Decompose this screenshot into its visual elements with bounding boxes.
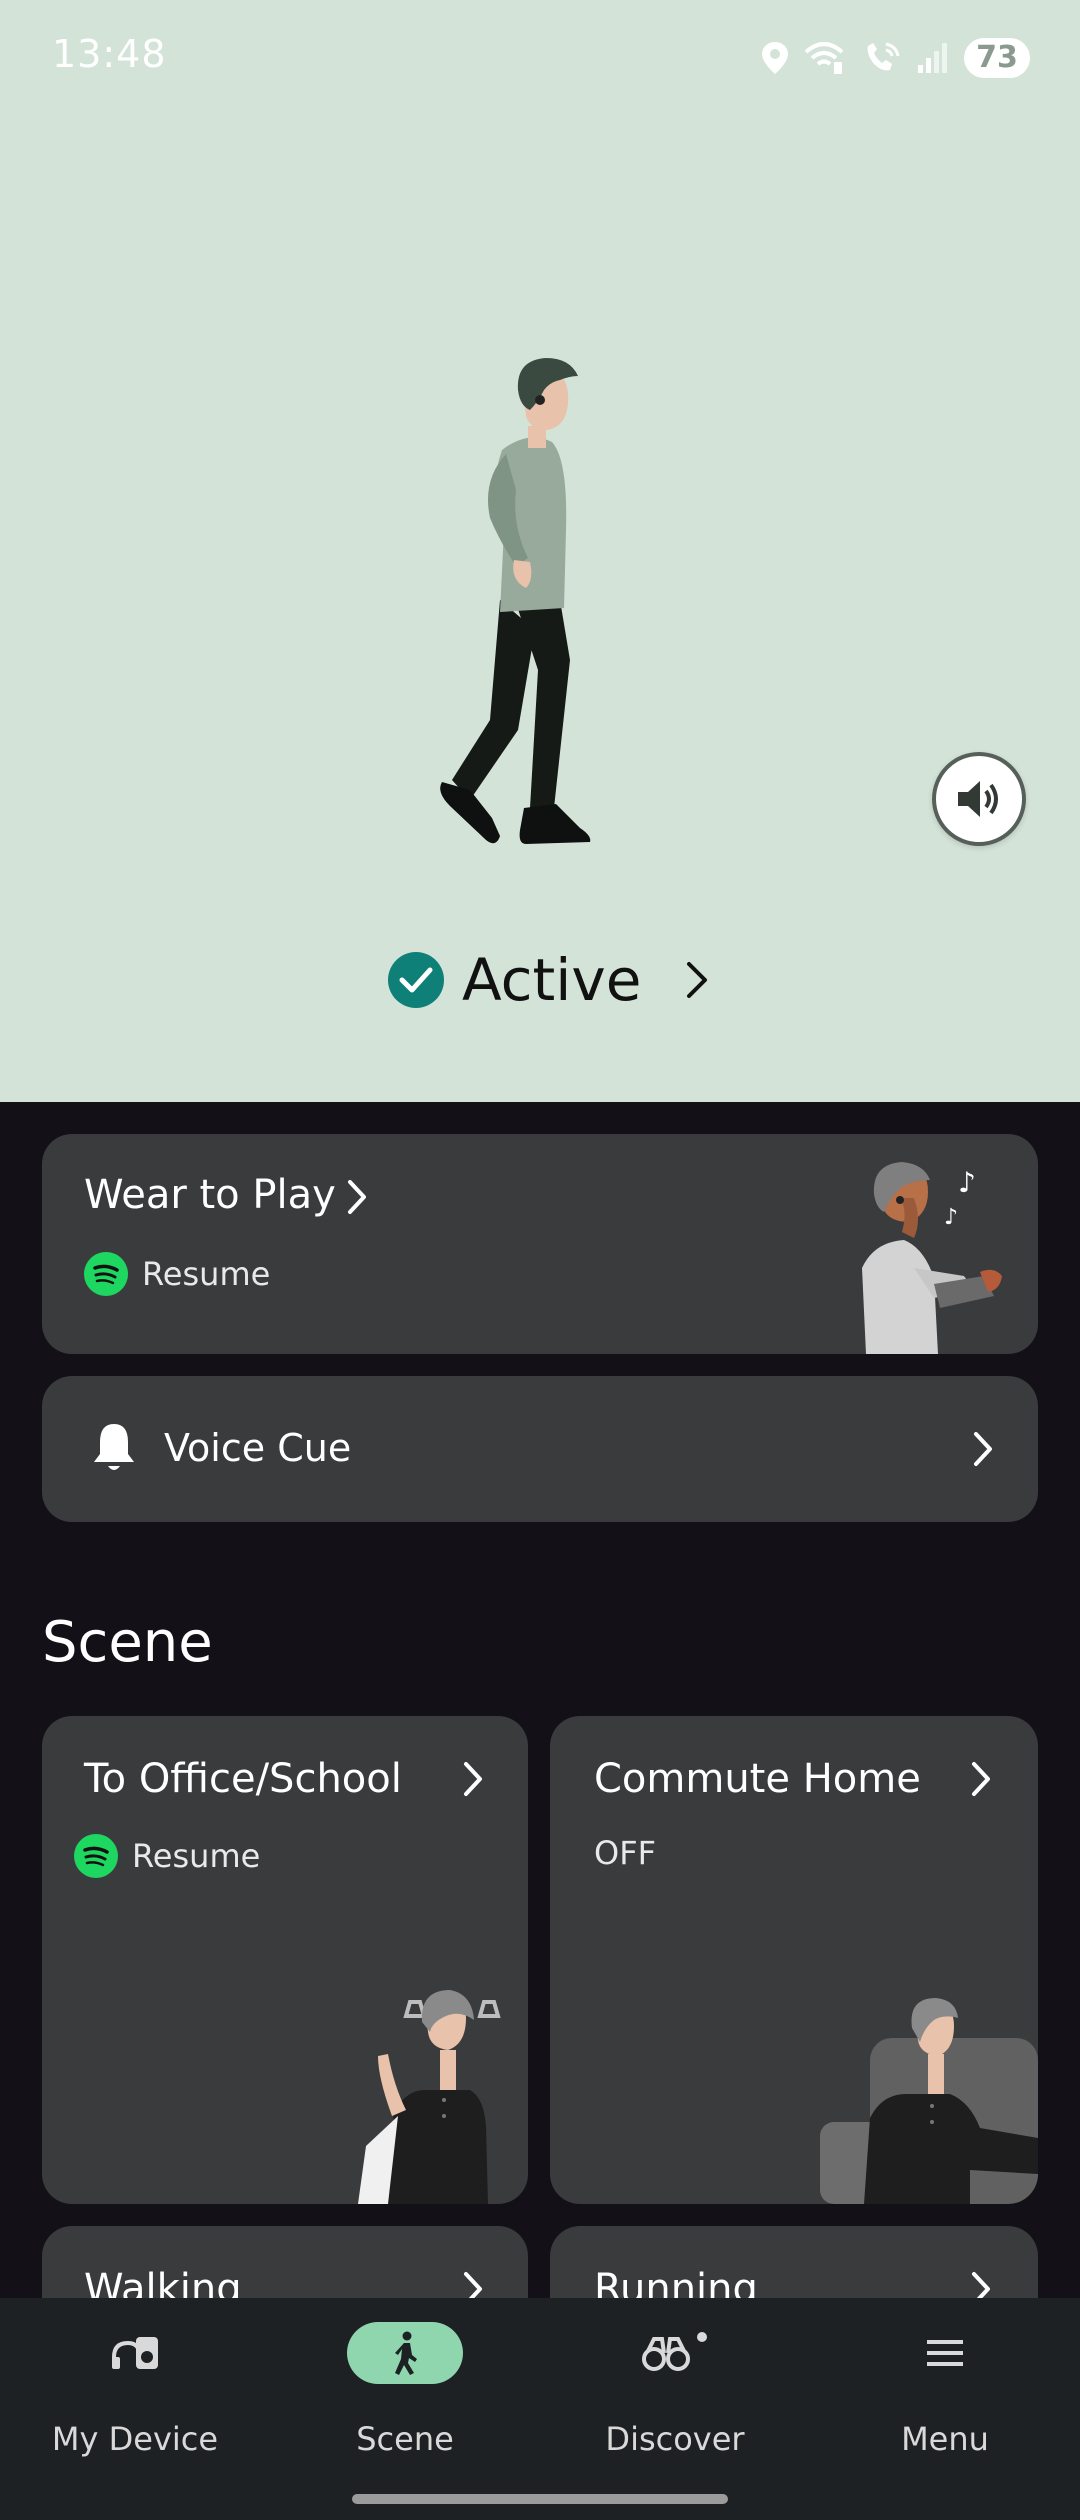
nav-icon-container (617, 2322, 733, 2384)
speaker-icon (958, 781, 998, 817)
nav-icon-container (347, 2322, 463, 2384)
wear-to-play-card[interactable]: Wear to Play Resume ♪ ♪ (42, 1134, 1038, 1354)
nav-item-discover[interactable]: Discover (540, 2322, 810, 2482)
nav-icon-container (887, 2322, 1003, 2384)
scene-card-commute-home[interactable]: Commute Home OFF (550, 1716, 1038, 2204)
voice-cue-card[interactable]: Voice Cue (42, 1376, 1038, 1522)
sub-label: Resume (132, 1837, 261, 1875)
hamburger-icon (927, 2340, 963, 2366)
spotify-icon (74, 1834, 118, 1878)
nav-label: Discover (605, 2420, 745, 2458)
nav-label: Menu (901, 2420, 989, 2458)
svg-text:♪: ♪ (958, 1166, 976, 1199)
spotify-icon (84, 1252, 128, 1296)
nav-item-menu[interactable]: Menu (810, 2322, 1080, 2482)
check-circle-icon (388, 952, 444, 1008)
active-status-row[interactable]: Active (388, 940, 711, 1020)
status-bar: 13:48 73 (0, 0, 1080, 110)
nav-item-scene[interactable]: Scene (270, 2322, 540, 2482)
sub-row: Resume (84, 1252, 270, 1296)
app-screen: 13:48 73 Active Wear to Play Resume ♪ ♪ … (0, 0, 1080, 2520)
status-time: 13:48 (52, 32, 167, 76)
chevron-right-icon (972, 1762, 990, 1796)
chevron-right-icon (464, 1762, 482, 1796)
walking-person-illustration (440, 358, 591, 844)
wifi-calling-icon (804, 42, 844, 74)
sub-label: Resume (142, 1255, 271, 1293)
nav-icon-container (77, 2322, 193, 2384)
card-title: Commute Home (594, 1756, 921, 1802)
nav-item-my-device[interactable]: My Device (0, 2322, 270, 2482)
hero-panel: 13:48 73 Active (0, 0, 1080, 1102)
bell-icon (94, 1424, 134, 1470)
sound-button[interactable] (932, 752, 1026, 846)
section-heading: Scene (42, 1610, 213, 1675)
card-title: Voice Cue (164, 1426, 352, 1470)
walking-icon (395, 2331, 417, 2375)
sub-row: Resume (74, 1834, 260, 1878)
card-title: To Office/School (84, 1756, 402, 1802)
bottom-navigation: My Device Scene Discover Menu (0, 2298, 1080, 2520)
commuter-seated-illustration (820, 1998, 1038, 2204)
card-title: Wear to Play (84, 1172, 336, 1218)
home-indicator[interactable] (352, 2494, 728, 2504)
earbud-person-illustration: ♪ ♪ (862, 1162, 1002, 1354)
binoculars-icon (642, 2332, 707, 2371)
chevron-right-icon (687, 962, 708, 998)
svg-text:♪: ♪ (944, 1205, 958, 1230)
status-icons: 73 (760, 36, 1030, 80)
battery-icon: 73 (964, 38, 1030, 78)
nav-label: My Device (51, 2420, 219, 2458)
sub-label: OFF (594, 1834, 656, 1872)
device-icon (112, 2337, 158, 2369)
nav-label: Scene (356, 2420, 454, 2458)
volte-call-icon (867, 42, 900, 71)
commuter-standing-illustration (358, 1990, 501, 2204)
location-icon (762, 42, 788, 74)
chevron-right-icon (348, 1180, 366, 1214)
signal-icon (918, 43, 947, 73)
chevron-right-icon (974, 1432, 992, 1466)
scene-card-office[interactable]: To Office/School Resume (42, 1716, 528, 2204)
status-label: Active (462, 946, 642, 1014)
